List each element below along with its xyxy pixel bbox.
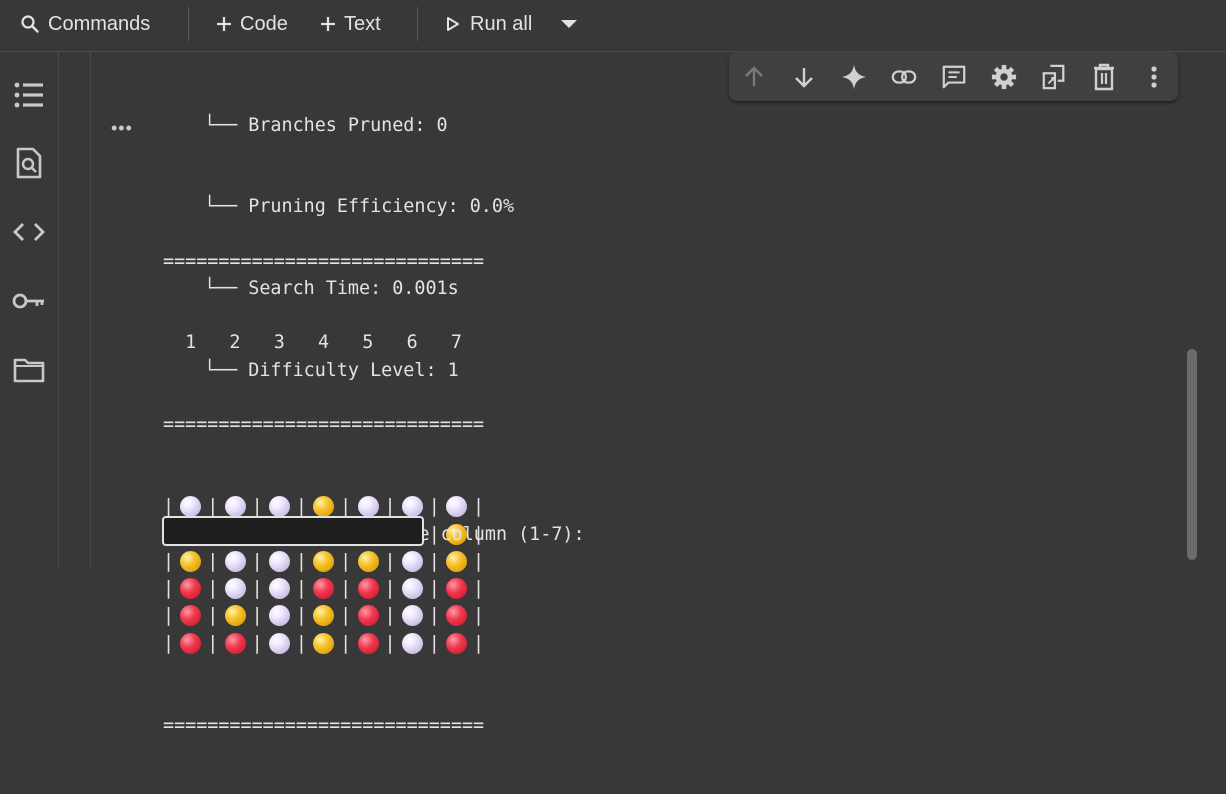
left-sidebar <box>0 52 59 566</box>
board-separator: ============================= <box>163 414 485 436</box>
red-disc <box>446 605 468 627</box>
run-all-button[interactable]: Run all <box>446 0 532 48</box>
code-snippets-icon[interactable] <box>12 215 46 249</box>
play-icon <box>446 16 460 32</box>
white-disc <box>268 632 290 654</box>
plus-icon <box>216 16 232 32</box>
scrollbar-thumb[interactable] <box>1187 349 1197 560</box>
text-label: Text <box>344 12 381 35</box>
red-disc <box>224 632 246 654</box>
red-disc <box>313 578 335 600</box>
board-separator: ============================= <box>163 250 485 272</box>
yellow-disc <box>313 605 335 627</box>
red-disc <box>180 578 202 600</box>
stat-line: └── Branches Pruned: 0 <box>204 114 448 136</box>
board-separator: ============================= <box>163 714 485 736</box>
cell-gutter <box>90 52 91 566</box>
key-icon[interactable] <box>12 284 46 318</box>
white-disc <box>401 605 423 627</box>
white-disc <box>401 632 423 654</box>
white-disc <box>224 578 246 600</box>
column-numbers: 1 2 3 4 5 6 7 <box>163 332 462 354</box>
column-input[interactable] <box>162 516 424 546</box>
add-text-button[interactable]: Text <box>320 0 381 48</box>
commands-button[interactable]: Commands <box>20 0 150 48</box>
cell-toolbar <box>729 52 1178 101</box>
red-disc <box>446 578 468 600</box>
commands-label: Commands <box>48 12 151 35</box>
comment-icon[interactable] <box>941 64 967 90</box>
move-cell-down-icon[interactable] <box>791 64 817 90</box>
red-disc <box>357 578 379 600</box>
code-label: Code <box>240 12 288 35</box>
board-row: | | | | | | | | <box>163 578 485 600</box>
notebook-toolbar: Commands Code Text Run all <box>0 0 1226 52</box>
delete-trash-icon[interactable] <box>1091 63 1117 91</box>
white-disc <box>268 578 290 600</box>
folder-icon[interactable] <box>12 353 46 387</box>
red-disc <box>180 605 202 627</box>
white-disc <box>401 578 423 600</box>
yellow-disc <box>313 632 335 654</box>
settings-gear-icon[interactable] <box>991 64 1017 90</box>
red-disc <box>357 605 379 627</box>
add-code-button[interactable]: Code <box>216 0 288 48</box>
table-of-contents-icon[interactable] <box>12 78 46 112</box>
run-options-dropdown[interactable] <box>560 0 578 48</box>
red-disc <box>357 632 379 654</box>
plus-icon <box>320 16 336 32</box>
mirror-cell-icon[interactable] <box>1041 64 1067 90</box>
red-disc <box>446 632 468 654</box>
sparkle-icon[interactable] <box>841 64 867 90</box>
link-icon[interactable] <box>891 64 917 90</box>
notebook-main: ••• └── Branches Pruned: 0 └── Pruning E… <box>59 52 1226 736</box>
output-menu-icon[interactable]: ••• <box>111 118 133 139</box>
white-disc <box>268 605 290 627</box>
board-row: | | | | | | | | <box>163 605 485 627</box>
yellow-disc <box>224 605 246 627</box>
search-icon <box>20 14 40 34</box>
more-vert-icon[interactable] <box>1141 64 1167 90</box>
red-disc <box>180 632 202 654</box>
toolbar-divider <box>417 7 418 41</box>
run-all-label: Run all <box>470 12 533 35</box>
toolbar-divider <box>188 7 189 41</box>
move-cell-up-icon[interactable] <box>741 64 767 90</box>
caret-down-icon <box>560 19 578 29</box>
board-row: | | | | | | | | <box>163 632 485 654</box>
find-in-document-icon[interactable] <box>12 146 46 180</box>
